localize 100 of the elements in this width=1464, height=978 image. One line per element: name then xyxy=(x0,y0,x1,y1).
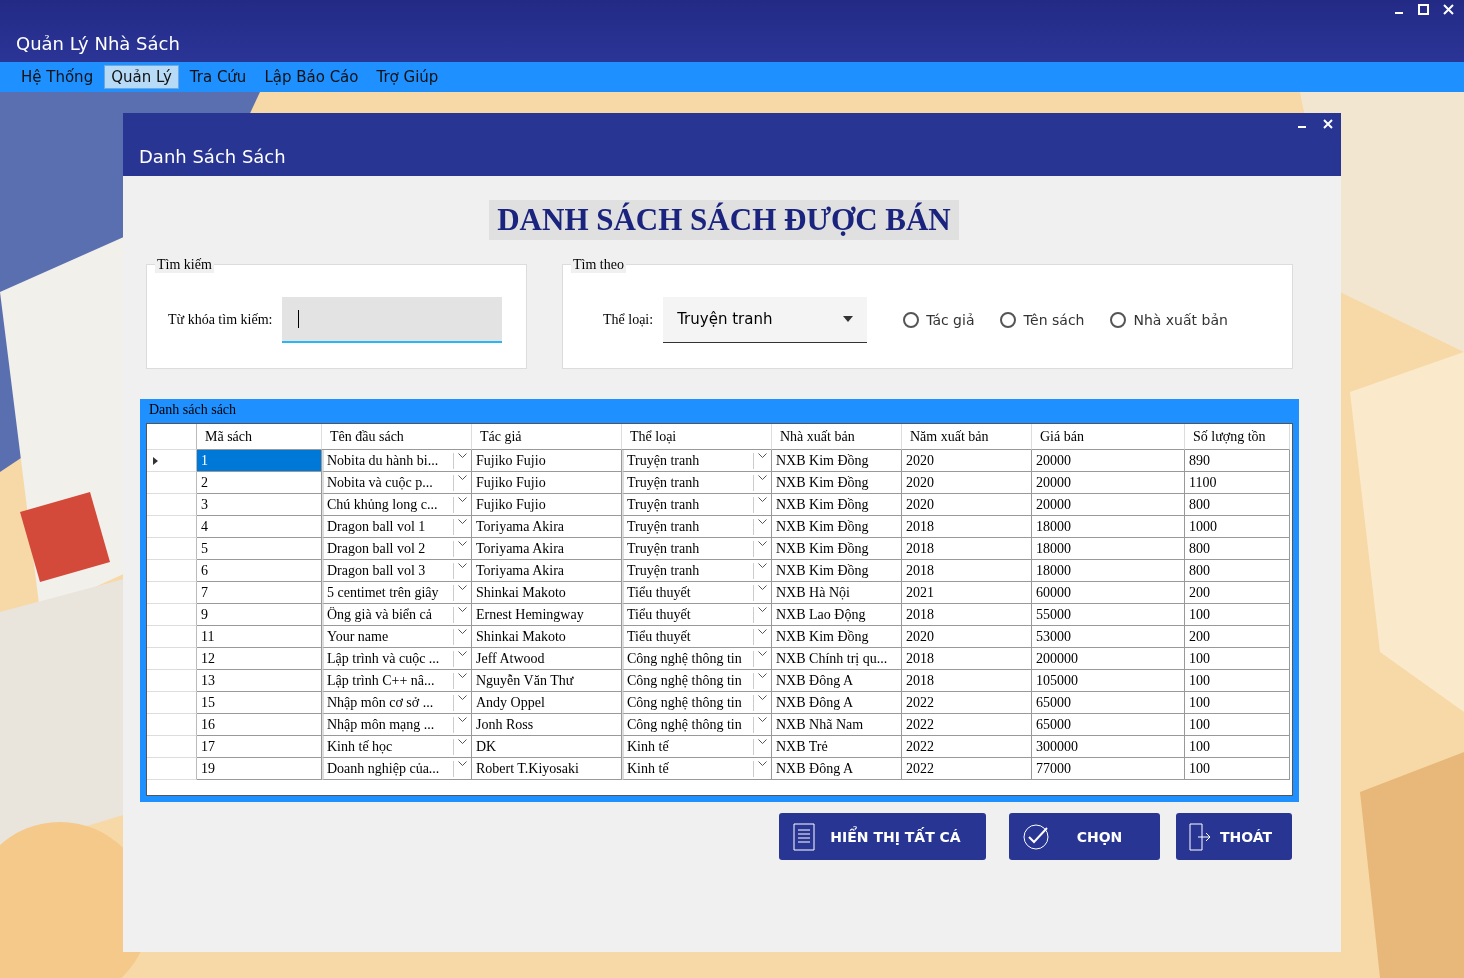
table-cell: 800 xyxy=(1185,494,1290,516)
table-cell[interactable]: Dragon ball vol 3 xyxy=(322,560,472,582)
document-list-icon xyxy=(791,821,817,852)
row-header[interactable] xyxy=(147,582,197,604)
table-cell[interactable]: Nobita du hành bi... xyxy=(322,450,472,472)
table-cell[interactable]: Chú khủng long c... xyxy=(322,494,472,516)
close-icon[interactable] xyxy=(1323,119,1333,129)
table-cell[interactable]: Dragon ball vol 1 xyxy=(322,516,472,538)
row-header[interactable] xyxy=(147,736,197,758)
table-cell: Shinkai Makoto xyxy=(472,582,622,604)
chevron-icon xyxy=(753,452,767,469)
chevron-icon xyxy=(753,606,767,623)
action-button[interactable]: CHỌN xyxy=(1009,813,1160,860)
table-cell[interactable]: Dragon ball vol 2 xyxy=(322,538,472,560)
table-cell[interactable]: Ông già và biển cả xyxy=(322,604,472,626)
chevron-icon xyxy=(753,496,767,513)
menu-item[interactable]: Tra Cứu xyxy=(182,65,254,89)
row-header[interactable] xyxy=(147,538,197,560)
table-cell: 100 xyxy=(1185,648,1290,670)
chevron-icon xyxy=(453,606,467,623)
radio-option[interactable]: Nhà xuất bản xyxy=(1110,311,1228,328)
table-cell[interactable]: Tiểu thuyết xyxy=(622,604,772,626)
row-header[interactable] xyxy=(147,560,197,582)
row-header[interactable] xyxy=(147,604,197,626)
chevron-icon xyxy=(753,672,767,689)
table-cell: 2 xyxy=(197,472,322,494)
radio-option[interactable]: Tên sách xyxy=(1000,311,1085,328)
table-cell: 100 xyxy=(1185,670,1290,692)
table-cell[interactable]: Truyện tranh xyxy=(622,516,772,538)
table-cell[interactable]: Tiểu thuyết xyxy=(622,626,772,648)
row-header[interactable] xyxy=(147,714,197,736)
table-cell[interactable]: Lập trình và cuộc ... xyxy=(322,648,472,670)
menu-item[interactable]: Trợ Giúp xyxy=(369,65,446,89)
cell-value: Dragon ball vol 3 xyxy=(326,562,426,579)
table-cell[interactable]: Your name xyxy=(322,626,472,648)
row-header[interactable] xyxy=(147,626,197,648)
table-cell: Toriyama Akira xyxy=(472,538,622,560)
menu-item[interactable]: Hệ Thống xyxy=(14,65,101,89)
table-cell[interactable]: Công nghệ thông tin xyxy=(622,714,772,736)
close-icon[interactable] xyxy=(1443,4,1454,15)
menu-item[interactable]: Lập Báo Cáo xyxy=(257,65,366,89)
table-cell[interactable]: Nobita và cuộc p... xyxy=(322,472,472,494)
table-cell[interactable]: Truyện tranh xyxy=(622,450,772,472)
column-header[interactable]: Nhà xuất bản xyxy=(772,424,902,450)
row-header[interactable] xyxy=(147,670,197,692)
cell-value: Tiểu thuyết xyxy=(626,584,691,601)
table-cell[interactable]: Kinh tế học xyxy=(322,736,472,758)
category-dropdown[interactable]: Truyện tranh xyxy=(663,296,868,343)
table-cell: NXB Đông A xyxy=(772,692,902,714)
table-cell: NXB Kim Đồng xyxy=(772,560,902,582)
table-cell[interactable]: Truyện tranh xyxy=(622,472,772,494)
table-cell[interactable]: Công nghệ thông tin xyxy=(622,648,772,670)
row-header[interactable] xyxy=(147,692,197,714)
table-cell: 65000 xyxy=(1032,714,1185,736)
table-cell[interactable]: Truyện tranh xyxy=(622,560,772,582)
table-cell[interactable]: Truyện tranh xyxy=(622,494,772,516)
column-header[interactable]: Số lượng tồn xyxy=(1185,424,1290,450)
table-cell[interactable]: Công nghệ thông tin xyxy=(622,670,772,692)
column-header[interactable]: Tác giả xyxy=(472,424,622,450)
action-button[interactable]: HIỂN THỊ TẤT CÁ xyxy=(779,813,986,860)
radio-option[interactable]: Tác giả xyxy=(903,311,975,328)
search-field[interactable] xyxy=(282,296,503,343)
chevron-icon xyxy=(753,694,767,711)
table-cell[interactable]: Truyện tranh xyxy=(622,538,772,560)
cell-value: Chú khủng long c... xyxy=(326,496,438,513)
table-cell: 2018 xyxy=(902,604,1032,626)
table-cell: 100 xyxy=(1185,604,1290,626)
table-cell: Fujiko Fujio xyxy=(472,472,622,494)
table-cell[interactable]: Doanh nghiệp của... xyxy=(322,758,472,780)
column-header[interactable]: Tên đầu sách xyxy=(322,424,472,450)
cell-value: Công nghệ thông tin xyxy=(626,694,742,711)
menu-item[interactable]: Quản Lý xyxy=(104,65,179,89)
chevron-icon xyxy=(753,562,767,579)
column-header[interactable]: Năm xuất bản xyxy=(902,424,1032,450)
table-cell[interactable]: 5 centimet trên giây xyxy=(322,582,472,604)
row-header[interactable] xyxy=(147,472,197,494)
column-header[interactable]: Thể loại xyxy=(622,424,772,450)
checkmark-circle-icon xyxy=(1021,821,1051,852)
table-cell: 2020 xyxy=(902,626,1032,648)
table-cell[interactable]: Kinh tế xyxy=(622,736,772,758)
table-cell[interactable]: Nhập môn mạng ... xyxy=(322,714,472,736)
row-header[interactable] xyxy=(147,648,197,670)
table-cell: 2018 xyxy=(902,670,1032,692)
row-header[interactable] xyxy=(147,758,197,780)
maximize-icon[interactable] xyxy=(1418,4,1429,15)
column-header[interactable]: Giá bán xyxy=(1032,424,1185,450)
table-cell[interactable]: Tiểu thuyết xyxy=(622,582,772,604)
action-button[interactable]: THOÁT xyxy=(1176,813,1292,860)
row-header[interactable] xyxy=(147,494,197,516)
table-cell[interactable]: Nhập môn cơ sở ... xyxy=(322,692,472,714)
row-header[interactable] xyxy=(147,516,197,538)
table-cell: Nguyễn Văn Thư xyxy=(472,670,622,692)
table-cell[interactable]: Kinh tế xyxy=(622,758,772,780)
chevron-icon xyxy=(753,716,767,733)
table-cell: 13 xyxy=(197,670,322,692)
table-cell[interactable]: Công nghệ thông tin xyxy=(622,692,772,714)
table-cell: 2022 xyxy=(902,758,1032,780)
table-cell[interactable]: Lập trình C++ nâ... xyxy=(322,670,472,692)
table-cell: 17 xyxy=(197,736,322,758)
cell-value: Truyện tranh xyxy=(626,496,700,513)
